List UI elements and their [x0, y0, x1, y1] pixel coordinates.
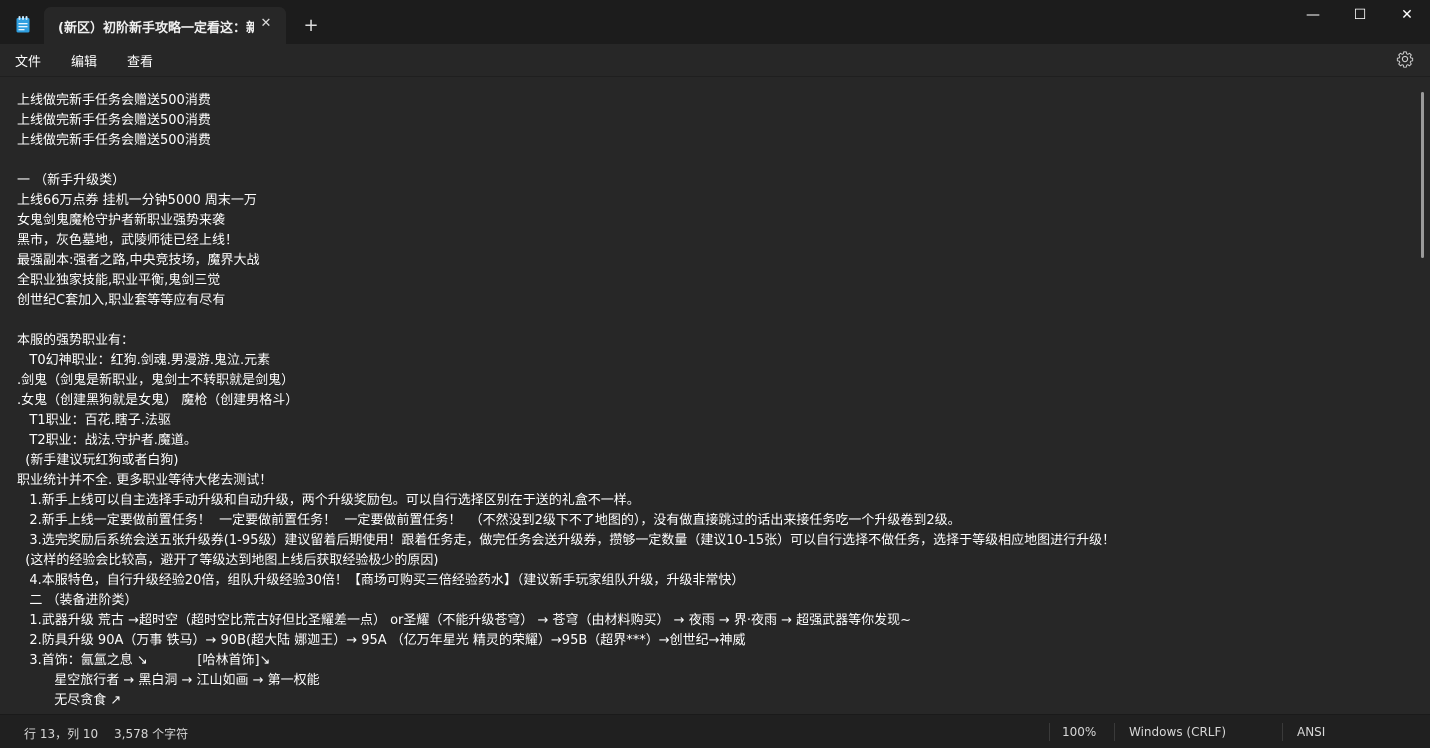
text-line: 一 （新手升级类） [17, 173, 126, 188]
menu-file[interactable]: 文件 [15, 51, 41, 70]
text-line [17, 151, 1407, 171]
text-line: 女鬼剑鬼魔枪守护者新职业强势来袭 [17, 213, 226, 228]
status-divider [1282, 723, 1283, 741]
status-bar: 行 13，列 10 3,578 个字符 100% Windows (CRLF) … [0, 714, 1430, 748]
text-line: 4.本服特色，自行升级经验20倍，组队升级经验30倍！【商场可购买三倍经验药水】… [17, 573, 745, 588]
menu-bar: 文件 编辑 查看 [0, 44, 1430, 76]
new-tab-button[interactable]: + [300, 16, 322, 38]
menu-edit[interactable]: 编辑 [71, 51, 97, 70]
status-divider [1114, 723, 1115, 741]
tab-close-icon[interactable]: ✕ [258, 16, 274, 32]
text-line: T1职业：百花.瞎子.法驱 [17, 413, 171, 428]
text-line: .女鬼（创建黑狗就是女鬼） 魔枪（创建男格斗） [17, 393, 299, 408]
text-line [17, 311, 1407, 331]
line-ending[interactable]: Windows (CRLF) [1129, 725, 1226, 739]
text-line: 创世纪C套加入,职业套等等应有尽有 [17, 293, 226, 308]
text-line: 3.选完奖励后系统会送五张升级券(1-95级）建议留着后期使用！跟着任务走，做完… [17, 533, 1116, 548]
cursor-position: 行 13，列 10 [24, 727, 99, 741]
text-line: 上线做完新手任务会赠送500消费 [17, 133, 211, 148]
text-content: 上线做完新手任务会赠送500消费 上线做完新手任务会赠送500消费 上线做完新手任务… [17, 91, 1407, 711]
text-line: 职业统计并不全. 更多职业等待大佬去测试！ [17, 473, 273, 488]
text-line: 无尽贪食 ↗ [17, 693, 122, 708]
notepad-window: (新区）初阶新手攻略一定看这：新 ✕ + — ☐ ✕ 文件 编辑 查看 上线做完… [0, 0, 1430, 748]
text-line: 黑市，灰色墓地，武陵师徒已经上线！ [17, 233, 239, 248]
text-line: 上线66万点券 挂机一分钟5000 周末一万 [17, 193, 257, 208]
document-tab[interactable]: (新区）初阶新手攻略一定看这：新 ✕ [44, 7, 286, 44]
text-line: 2.新手上线一定要做前置任务！ 一定要做前置任务！ 一定要做前置任务！ （不然没… [17, 513, 961, 528]
title-bar: (新区）初阶新手攻略一定看这：新 ✕ + — ☐ ✕ [0, 0, 1430, 44]
vertical-scrollbar[interactable] [1419, 77, 1430, 714]
encoding[interactable]: ANSI [1297, 725, 1325, 739]
text-editor[interactable]: 上线做完新手任务会赠送500消费 上线做完新手任务会赠送500消费 上线做完新手任务… [0, 77, 1418, 714]
status-divider [1049, 723, 1050, 741]
close-window-button[interactable]: ✕ [1384, 0, 1430, 32]
text-line: 3.首饰：氤氲之息 ↘ [哈林首饰]↘ [17, 653, 271, 668]
text-line: T0幻神职业：红狗.剑魂.男漫游.鬼泣.元素 [17, 353, 271, 368]
text-line: (这样的经验会比较高，避开了等级达到地图上线后获取经验极少的原因) [17, 553, 439, 568]
text-line: 上线做完新手任务会赠送500消费 [17, 113, 211, 128]
gear-icon[interactable] [1396, 50, 1414, 68]
scrollbar-thumb[interactable] [1421, 92, 1424, 258]
text-line: T2职业：战法.守护者.魔道。 [17, 433, 197, 448]
notepad-icon [16, 16, 30, 33]
text-line: .剑鬼（剑鬼是新职业，鬼剑士不转职就是剑鬼） [17, 373, 295, 388]
text-line: 全职业独家技能,职业平衡,鬼剑三觉 [17, 273, 221, 288]
text-line: 最强副本:强者之路,中央竞技场，魔界大战 [17, 253, 260, 268]
text-line: (新手建议玩红狗或者白狗) [17, 453, 179, 468]
text-line: 1.新手上线可以自主选择手动升级和自动升级，两个升级奖励包。可以自行选择区别在于… [17, 493, 640, 508]
text-line: 二 （装备进阶类） [17, 593, 138, 608]
text-line: 本服的强势职业有： [17, 333, 135, 348]
text-line: 星空旅行者 → 黑白洞 → 江山如画 → 第一权能 [17, 673, 320, 688]
maximize-button[interactable]: ☐ [1337, 0, 1383, 32]
minimize-button[interactable]: — [1290, 0, 1336, 32]
text-line: 2.防具升级 90A（万事 铁马）→ 90B(超大陆 娜迦王）→ 95A （亿万… [17, 633, 746, 648]
tab-title: (新区）初阶新手攻略一定看这：新 [58, 21, 254, 36]
menu-view[interactable]: 查看 [127, 51, 153, 70]
zoom-level[interactable]: 100% [1062, 725, 1096, 739]
text-line: 1.武器升级 荒古 →超时空（超时空比荒古好但比圣耀差一点） or圣耀（不能升级… [17, 613, 912, 628]
text-line: 上线做完新手任务会赠送500消费 [17, 93, 211, 108]
character-count: 3,578 个字符 [114, 727, 189, 741]
